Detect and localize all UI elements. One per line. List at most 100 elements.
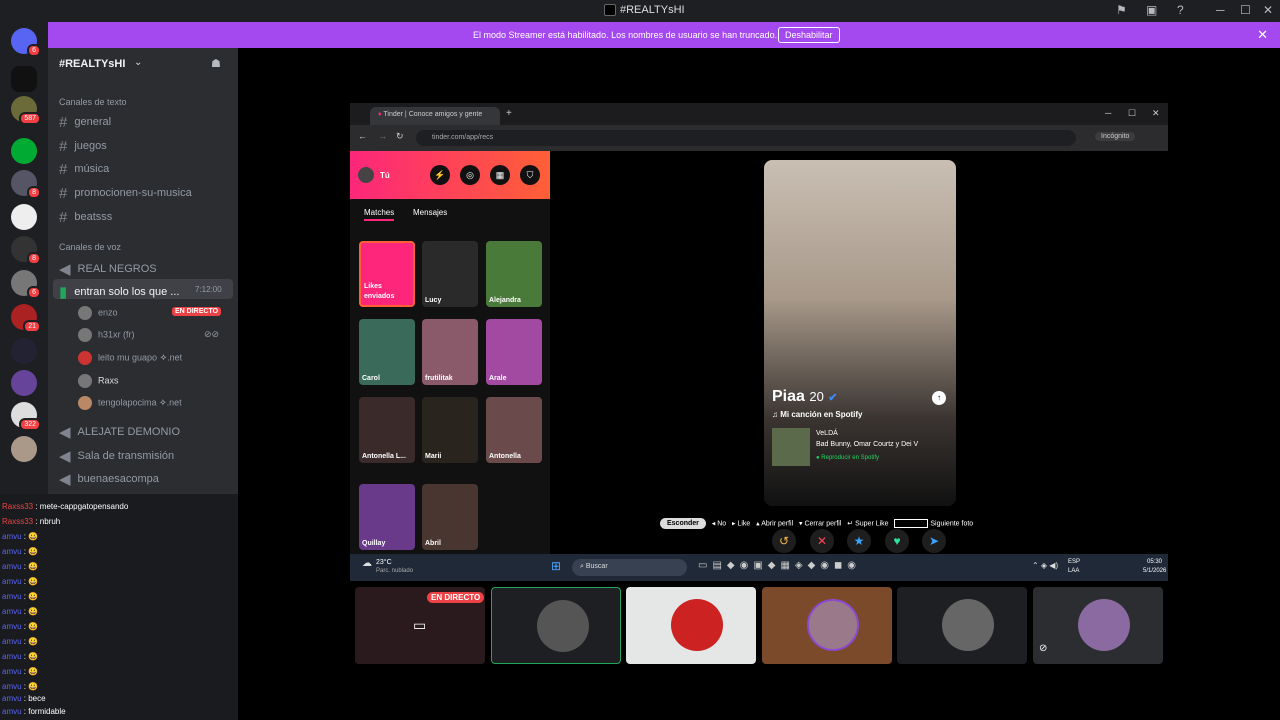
participant-tile[interactable] [626, 587, 756, 664]
server-name[interactable]: #REALTYsHI [59, 58, 125, 70]
participant-tile[interactable] [762, 587, 892, 664]
forward-icon[interactable]: → [378, 131, 387, 141]
taskbar-apps[interactable]: ▭▤◆◉▣◆▦◈◆◉◼◉ [698, 560, 861, 571]
app-icon [604, 4, 616, 16]
work-icon[interactable]: ▦ [490, 165, 510, 185]
browser-minimize[interactable]: ─ [1105, 108, 1111, 118]
new-tab-icon[interactable]: + [506, 108, 512, 119]
super-like-button[interactable]: ★ [847, 529, 871, 553]
boost-icon[interactable]: ⚡ [430, 165, 450, 185]
voice-channel[interactable]: ◀ ALEJATE DEMONIO [59, 423, 180, 441]
avatar[interactable] [358, 167, 374, 183]
participant-tile[interactable] [897, 587, 1027, 664]
disable-streamer-button[interactable]: Deshabilitar [778, 27, 840, 43]
text-category[interactable]: Canales de texto [59, 97, 127, 107]
channel-musica[interactable]: # música [59, 161, 109, 178]
lang[interactable]: ESP [1068, 559, 1080, 565]
server-icon[interactable]: 8 [11, 170, 41, 199]
browser-maximize[interactable]: ☐ [1128, 108, 1136, 119]
voice-user[interactable]: enzo [78, 306, 118, 320]
profile-card[interactable]: Piaa 20 ✔ ♫ Mi canción en Spotify VeLDÁ … [764, 160, 956, 506]
nope-button[interactable]: ✕ [810, 529, 834, 553]
tray-icons[interactable]: ⌃ ◈ ◀) [1032, 561, 1058, 570]
screen-share-stream[interactable]: ♦ Tinder | Conoce amigos y gente + ─ ☐ ✕… [350, 103, 1168, 581]
server-icon[interactable]: 322 [11, 402, 41, 431]
voice-channel[interactable]: ◀ buenaesacompa [59, 470, 159, 488]
server-icon[interactable]: 587 [11, 96, 41, 125]
shield-icon[interactable]: ⛉ [520, 165, 540, 185]
speaker-icon: ◀ [59, 471, 71, 488]
close-button[interactable]: ✕ [1263, 3, 1273, 17]
participant-tile[interactable]: ⊘ [1033, 587, 1163, 664]
rewind-button[interactable]: ↺ [772, 529, 796, 553]
match-card[interactable]: Abril [422, 484, 478, 550]
server-icon[interactable] [11, 204, 37, 230]
minimize-button[interactable]: ─ [1216, 3, 1225, 17]
streamer-icon[interactable]: ▣ [1146, 3, 1157, 17]
taskbar-search[interactable]: ⌕ Buscar [572, 559, 687, 576]
server-icon[interactable] [11, 66, 37, 92]
chat-line: Raxss33 : nbruh [2, 517, 61, 526]
chevron-down-icon[interactable]: ⌄ [134, 57, 142, 68]
voice-user[interactable]: Raxs [78, 374, 119, 388]
play-label: Reproducir en Spotify [821, 455, 879, 461]
channel-juegos[interactable]: # juegos [59, 138, 107, 155]
music-icon: ♫ [772, 410, 778, 419]
discord-home-icon[interactable]: 6 [11, 28, 41, 57]
voice-category[interactable]: Canales de voz [59, 242, 121, 252]
hide-button[interactable]: Esconder [660, 518, 706, 530]
tab-matches[interactable]: Matches [364, 208, 395, 221]
explore-icon[interactable]: ◎ [460, 165, 480, 185]
spotify-play-link[interactable]: ● Reproducir en Spotify [816, 455, 879, 461]
channel-general[interactable]: # general [59, 114, 111, 131]
match-card[interactable]: Antonella [486, 397, 542, 463]
boost-send-button[interactable]: ➤ [922, 529, 946, 553]
user-name[interactable]: Tú [380, 171, 390, 180]
voice-user[interactable]: tengolapocima ✧.net [78, 396, 182, 410]
server-icon[interactable] [11, 138, 37, 164]
like-button[interactable]: ♥ [885, 529, 909, 553]
back-icon[interactable]: ← [358, 131, 367, 141]
tab-messages[interactable]: Mensajes [413, 208, 447, 217]
inbox-icon[interactable]: ⚑ [1116, 3, 1127, 17]
likes-sent-card[interactable]: Likes enviados [359, 241, 415, 307]
server-icon[interactable] [11, 436, 37, 462]
voice-user[interactable]: leito mu guapo ✧.net [78, 351, 182, 365]
voice-channel[interactable]: ◀ Sala de transmisión [59, 447, 174, 465]
clock-time[interactable]: 05:30 [1147, 559, 1162, 565]
server-icon[interactable] [11, 338, 37, 364]
emoji-icon: 😀 [28, 637, 39, 646]
voice-channel[interactable]: ◀ REAL NEGROS [59, 260, 157, 278]
help-icon[interactable]: ? [1177, 3, 1184, 17]
match-card[interactable]: Antonella L... [359, 397, 415, 463]
match-card[interactable]: Lucy [422, 241, 478, 307]
avatar [78, 396, 92, 410]
match-card[interactable]: frutilitak [422, 319, 478, 385]
server-icon[interactable]: 6 [11, 270, 41, 299]
server-icon[interactable]: 21 [11, 304, 41, 333]
channel-promocionen[interactable]: # promocionen-su-musica [59, 185, 192, 202]
windows-start-icon[interactable]: ⊞ [551, 559, 561, 573]
match-card[interactable]: Quillay [359, 484, 415, 550]
reload-icon[interactable]: ↻ [396, 131, 404, 142]
match-card[interactable]: Arale [486, 319, 542, 385]
browser-tab[interactable]: ♦ Tinder | Conoce amigos y gente [370, 107, 500, 125]
add-friend-icon[interactable]: ☗ [211, 57, 221, 70]
participant-tile[interactable]: EN DIRECTO ▭ [355, 587, 485, 664]
match-card[interactable]: Carol [359, 319, 415, 385]
match-card[interactable]: Alejandra [486, 241, 542, 307]
server-icon[interactable]: 8 [11, 236, 41, 265]
close-banner-icon[interactable]: ✕ [1257, 27, 1268, 43]
channel-beatsss[interactable]: # beatsss [59, 209, 112, 226]
match-card[interactable]: Marii [422, 397, 478, 463]
maximize-button[interactable]: ☐ [1240, 3, 1251, 17]
url-field[interactable]: tinder.com/app/recs [416, 130, 1076, 146]
screen-share-icon: ▭ [413, 617, 427, 633]
participant-tile-speaking[interactable] [491, 587, 621, 664]
spotify-icon: ● [816, 455, 820, 461]
voice-user[interactable]: h31xr (fr) [78, 328, 135, 342]
browser-close[interactable]: ✕ [1152, 108, 1160, 119]
expand-profile-icon[interactable]: ↑ [932, 391, 946, 405]
voice-channel-active[interactable]: ▮ entran solo los que ... [59, 283, 179, 301]
server-icon[interactable] [11, 370, 37, 396]
